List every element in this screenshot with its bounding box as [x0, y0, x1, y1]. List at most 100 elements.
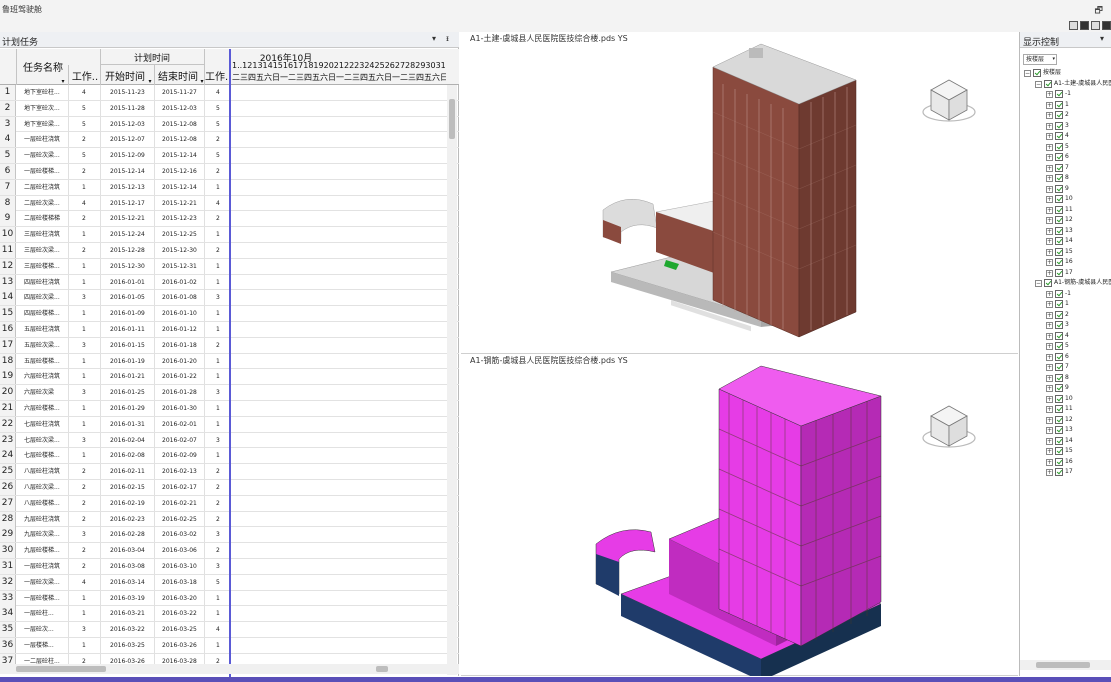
- tree-floor-item[interactable]: +9: [1020, 383, 1111, 394]
- tree-floor-item[interactable]: +6: [1020, 152, 1111, 163]
- gantt-scroll-thumb[interactable]: [376, 666, 388, 672]
- viewcube-icon[interactable]: [921, 398, 977, 454]
- visibility-checkbox[interactable]: [1055, 373, 1063, 382]
- expand-icon[interactable]: +: [1046, 301, 1053, 308]
- expand-icon[interactable]: +: [1046, 175, 1053, 182]
- expand-icon[interactable]: +: [1046, 343, 1053, 350]
- visibility-checkbox[interactable]: [1055, 216, 1063, 224]
- rebar-model-viewport[interactable]: A1-钢筋-虞城县人民医院医技综合楼.pds YS: [461, 354, 1018, 676]
- tree-floor-item[interactable]: + -1: [1020, 89, 1111, 100]
- visibility-checkbox[interactable]: [1055, 226, 1063, 235]
- visibility-checkbox[interactable]: [1055, 436, 1063, 445]
- grid-horizontal-scrollbar[interactable]: [0, 664, 459, 674]
- expand-icon[interactable]: +: [1046, 353, 1053, 361]
- expand-icon[interactable]: +: [1046, 248, 1053, 256]
- tree-model-rebar[interactable]: − A1-钢筋-虞城县人民医院: [1020, 278, 1111, 289]
- expand-icon[interactable]: +: [1046, 238, 1053, 245]
- expand-icon[interactable]: +: [1046, 269, 1053, 277]
- tree-floor-item[interactable]: +15: [1020, 446, 1111, 457]
- visibility-checkbox[interactable]: [1055, 468, 1063, 476]
- work-header[interactable]: 工作..: [205, 68, 230, 83]
- expand-icon[interactable]: +: [1046, 469, 1053, 476]
- collapse-icon[interactable]: −: [1035, 80, 1042, 88]
- visibility-checkbox[interactable]: [1055, 300, 1063, 308]
- visibility-checkbox[interactable]: [1055, 237, 1063, 245]
- tree-floor-item[interactable]: +5: [1020, 341, 1111, 352]
- visibility-checkbox[interactable]: [1055, 100, 1063, 109]
- visibility-checkbox[interactable]: [1055, 121, 1063, 130]
- visibility-checkbox[interactable]: [1055, 258, 1063, 266]
- tree-floor-item[interactable]: +5: [1020, 142, 1111, 153]
- tree-floor-item[interactable]: +4: [1020, 331, 1111, 342]
- tree-floor-item[interactable]: +12: [1020, 415, 1111, 426]
- visibility-checkbox[interactable]: [1055, 153, 1063, 161]
- tree-floor-item[interactable]: +4: [1020, 131, 1111, 142]
- scroll-thumb[interactable]: [449, 99, 455, 139]
- expand-icon[interactable]: +: [1046, 427, 1053, 434]
- expand-icon[interactable]: +: [1046, 259, 1053, 266]
- visibility-checkbox[interactable]: [1044, 79, 1052, 88]
- visibility-checkbox[interactable]: [1055, 132, 1063, 140]
- expand-icon[interactable]: +: [1046, 416, 1053, 424]
- expand-icon[interactable]: +: [1046, 164, 1053, 172]
- visibility-checkbox[interactable]: [1055, 289, 1063, 298]
- tree-floor-item[interactable]: +7: [1020, 163, 1111, 174]
- expand-icon[interactable]: +: [1046, 154, 1053, 161]
- tree-root[interactable]: − 按楼层: [1020, 68, 1111, 79]
- tree-floor-item[interactable]: +10: [1020, 394, 1111, 405]
- visibility-checkbox[interactable]: [1055, 205, 1063, 214]
- tree-floor-item[interactable]: +1: [1020, 299, 1111, 310]
- start-time-header[interactable]: 开始时间: [101, 68, 149, 83]
- expand-icon[interactable]: +: [1046, 91, 1053, 98]
- expand-icon[interactable]: +: [1046, 217, 1053, 224]
- expand-icon[interactable]: +: [1046, 122, 1053, 130]
- expand-icon[interactable]: +: [1046, 290, 1053, 298]
- expand-icon[interactable]: +: [1046, 332, 1053, 340]
- tree-floor-item[interactable]: +11: [1020, 205, 1111, 216]
- visibility-checkbox[interactable]: [1055, 405, 1063, 413]
- expand-icon[interactable]: +: [1046, 133, 1053, 140]
- grid-vertical-scrollbar[interactable]: [447, 85, 457, 675]
- expand-icon[interactable]: +: [1046, 227, 1053, 235]
- task-name-header[interactable]: 任务名称: [18, 59, 68, 74]
- tree-floor-item[interactable]: +7: [1020, 362, 1111, 373]
- expand-icon[interactable]: +: [1046, 206, 1053, 214]
- split-view-icon[interactable]: [1091, 21, 1100, 30]
- civil-model-viewport[interactable]: A1-土建-虞城县人民医院医技综合楼.pds YS: [461, 32, 1018, 354]
- visibility-checkbox[interactable]: [1055, 363, 1063, 371]
- expand-icon[interactable]: +: [1046, 437, 1053, 445]
- tree-floor-item[interactable]: +15: [1020, 247, 1111, 258]
- visibility-checkbox[interactable]: [1055, 268, 1063, 277]
- visibility-checkbox[interactable]: [1055, 342, 1063, 350]
- expand-icon[interactable]: +: [1046, 364, 1053, 371]
- expand-icon[interactable]: +: [1046, 448, 1053, 455]
- pin-icon[interactable]: ᵻ: [446, 34, 449, 43]
- visibility-checkbox[interactable]: [1055, 457, 1063, 466]
- camera-icon[interactable]: [1102, 21, 1111, 30]
- expand-icon[interactable]: +: [1046, 406, 1053, 413]
- tree-floor-item[interactable]: +13: [1020, 425, 1111, 436]
- visibility-checkbox[interactable]: [1055, 447, 1063, 455]
- tree-horizontal-scrollbar[interactable]: [1020, 660, 1111, 670]
- visibility-checkbox[interactable]: [1055, 310, 1063, 319]
- expand-icon[interactable]: +: [1046, 101, 1053, 109]
- display-mode-select[interactable]: 按楼层 ▾: [1023, 54, 1057, 65]
- tree-floor-item[interactable]: +8: [1020, 173, 1111, 184]
- panel-menu-icon[interactable]: ▾: [1100, 34, 1104, 43]
- visibility-checkbox[interactable]: [1055, 394, 1063, 403]
- chevron-down-icon[interactable]: ▾: [1052, 55, 1055, 64]
- tree-floor-item[interactable]: +9: [1020, 184, 1111, 195]
- visibility-checkbox[interactable]: [1044, 279, 1052, 287]
- tree-floor-item[interactable]: +1: [1020, 100, 1111, 111]
- tree-floor-item[interactable]: +6: [1020, 352, 1111, 363]
- visibility-checkbox[interactable]: [1055, 195, 1063, 203]
- visibility-checkbox[interactable]: [1055, 111, 1063, 119]
- table-scroll-thumb[interactable]: [16, 666, 106, 672]
- expand-icon[interactable]: +: [1046, 311, 1053, 319]
- visibility-checkbox[interactable]: [1055, 90, 1063, 98]
- visibility-checkbox[interactable]: [1055, 174, 1063, 182]
- visibility-checkbox[interactable]: [1055, 142, 1063, 151]
- duration-header[interactable]: 工作..: [70, 68, 100, 83]
- visibility-checkbox[interactable]: [1033, 69, 1041, 77]
- tree-model-civil[interactable]: − A1-土建-虞城县人民医院: [1020, 79, 1111, 90]
